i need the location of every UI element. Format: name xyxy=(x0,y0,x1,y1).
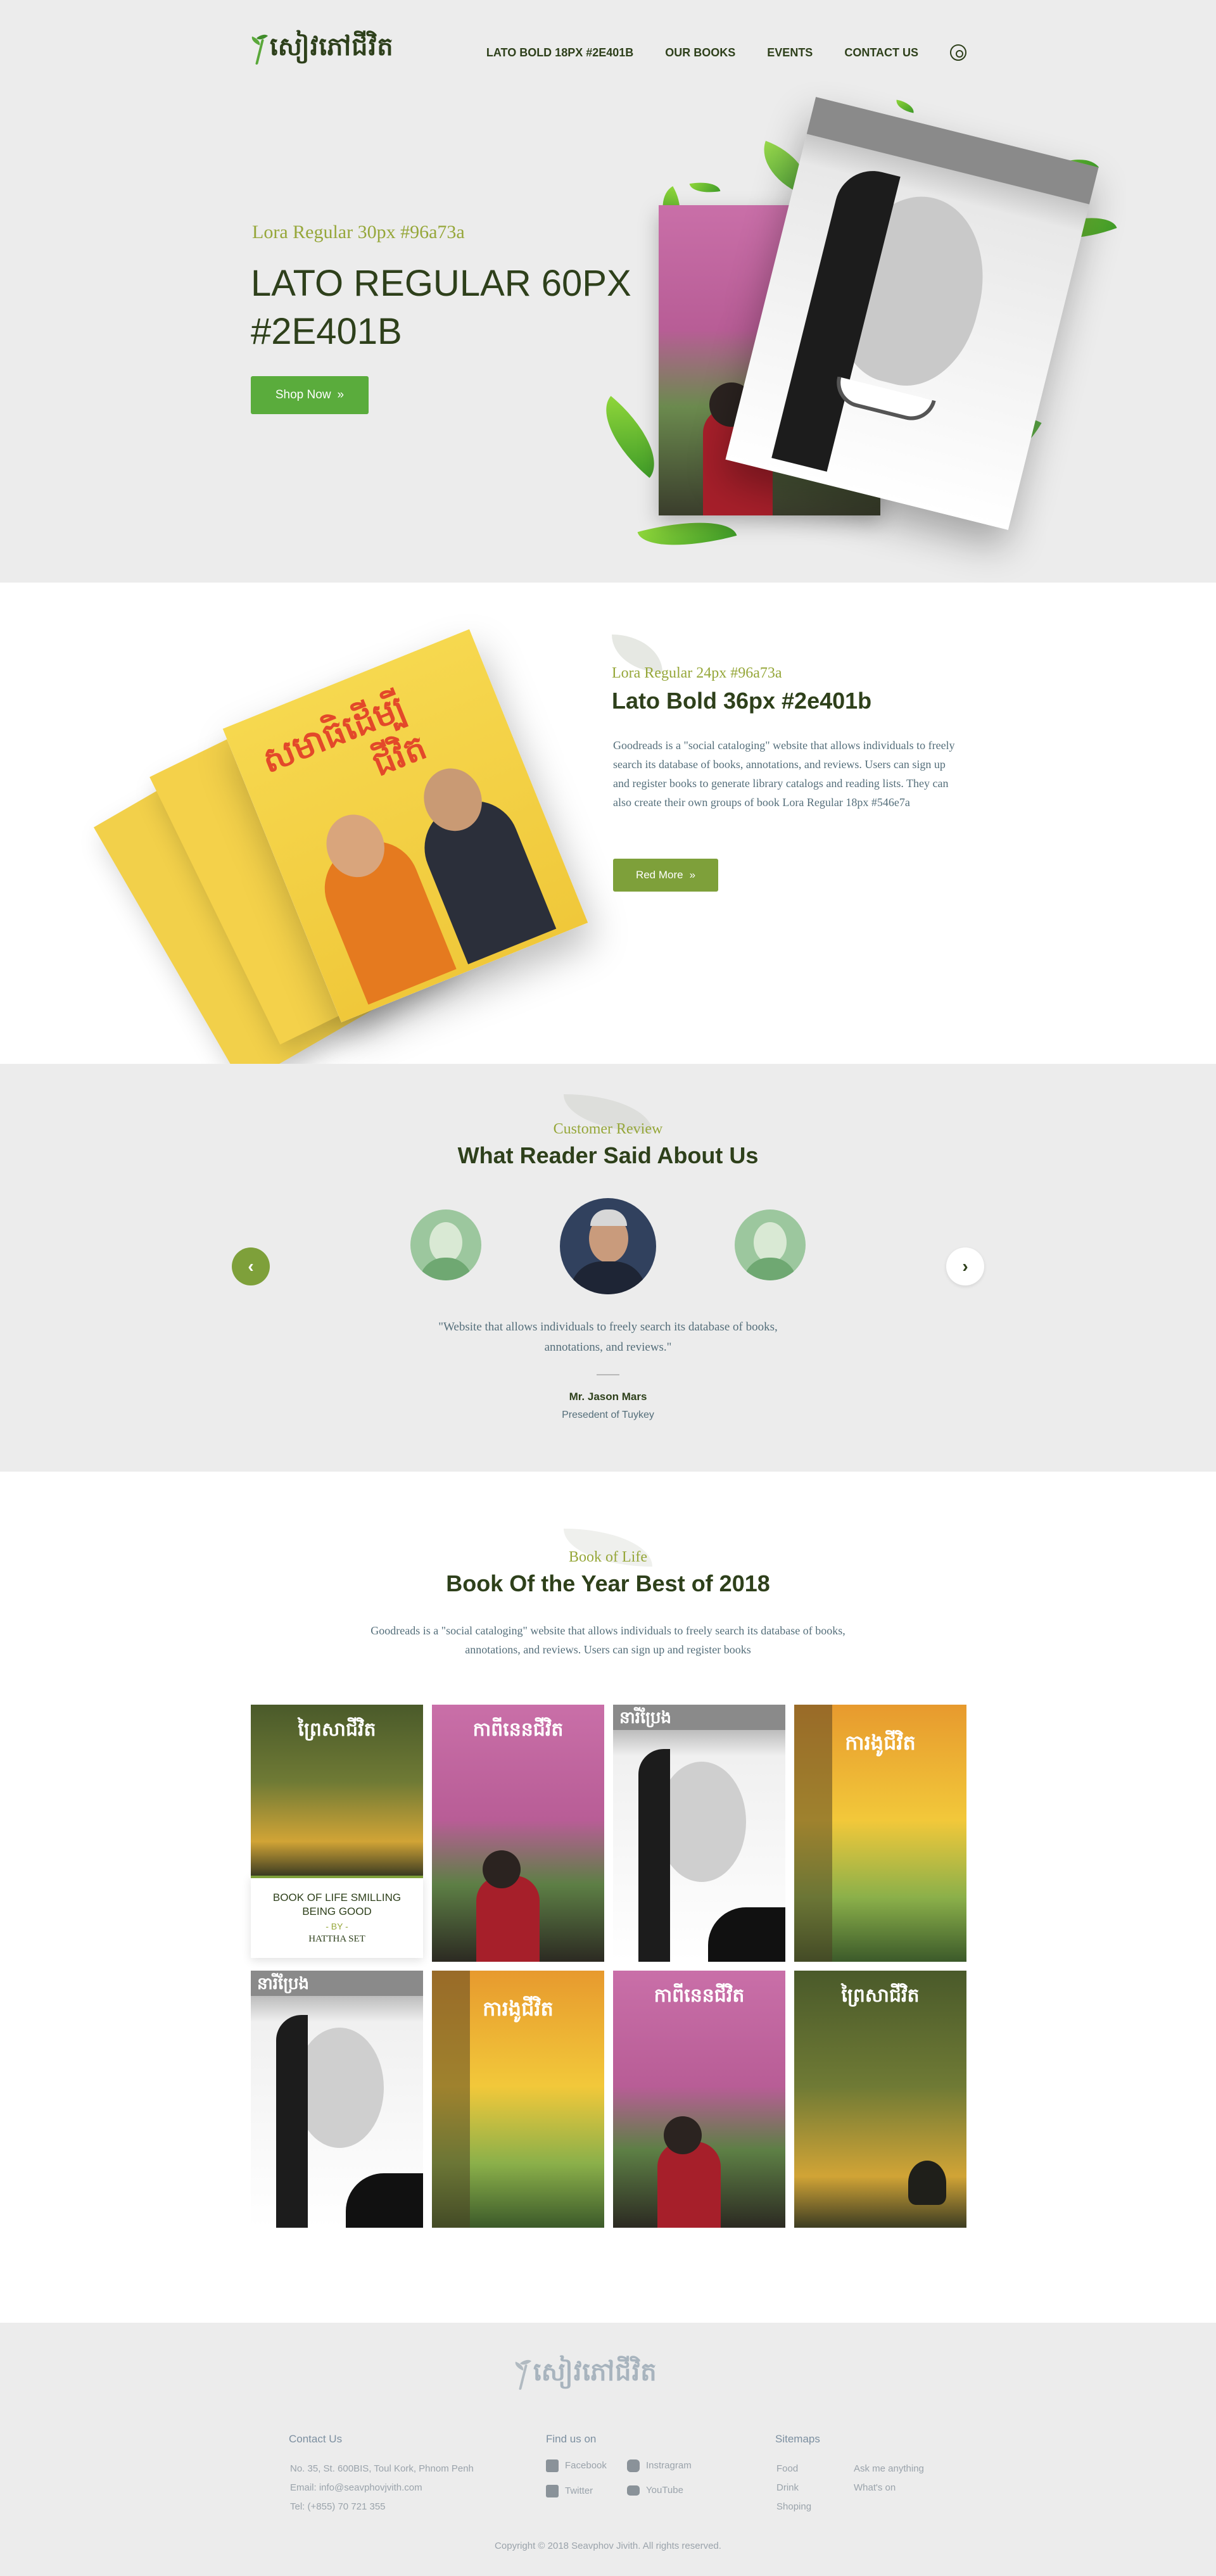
book-cover-title: កាពីនេនជីវិត xyxy=(472,1719,564,1740)
featured-book-caption[interactable]: BOOK OF LIFE SMILLING BEING GOOD - BY - H… xyxy=(251,1876,423,1958)
prev-arrow-button[interactable]: ‹ xyxy=(232,1247,270,1285)
reviewer-name: Mr. Jason Mars xyxy=(569,1391,647,1403)
leaf-decoration xyxy=(689,179,721,196)
footer-twitter-link[interactable]: Twitter xyxy=(546,2485,593,2497)
leaf-logo-icon xyxy=(250,31,269,65)
review-quote: "Website that allows individuals to free… xyxy=(438,1320,778,1354)
book-cover-title: កាពីនេនជីវិត xyxy=(654,1985,745,2006)
read-more-button[interactable]: Red More » xyxy=(613,859,718,892)
book-tile[interactable]: ការងូជីវិត xyxy=(432,1971,604,2228)
youtube-icon xyxy=(627,2485,640,2496)
book-tile[interactable]: ព្រៃសាជីវិត xyxy=(794,1971,966,2228)
reviewer-avatar[interactable] xyxy=(735,1209,806,1280)
book-cover-title: ព្រៃសាជីវិត xyxy=(298,1719,376,1740)
nav-item-contact-us[interactable]: CONTACT US xyxy=(844,46,918,60)
instagram-icon xyxy=(627,2459,640,2472)
facebook-icon xyxy=(546,2459,559,2472)
about-section: សមាធិដើម្បី ជីវិត xyxy=(0,583,1216,1085)
book-tile[interactable]: កាពីនេនជីវិត xyxy=(432,1705,604,1962)
hero-section: សៀវភៅជីវិត LATO BOLD 18PX #2E401B OUR BO… xyxy=(0,0,1216,583)
books-description: Goodreads is a "social cataloging" websi… xyxy=(370,1624,846,1656)
footer-instagram-link[interactable]: Instragram xyxy=(627,2459,692,2472)
book-cover-title: នារីប្រែង xyxy=(619,1708,672,1727)
footer-facebook-link[interactable]: Facebook xyxy=(546,2459,607,2472)
footer-address: No. 35, St. 600BIS, Toul Kork, Phnom Pen… xyxy=(290,2463,474,2474)
footer-logo[interactable]: សៀវភៅជីវិត xyxy=(513,2356,657,2393)
divider xyxy=(597,1374,619,1375)
about-subtitle: Lora Regular 24px #96a73a xyxy=(612,665,782,681)
featured-book-by: - BY - xyxy=(326,1921,348,1931)
reviewer-role: Presedent of Tuykey xyxy=(562,1410,654,1420)
books-subtitle: Book of Life xyxy=(569,1549,647,1565)
footer-contact-heading: Contact Us xyxy=(289,2433,343,2445)
sitemap-link-drink[interactable]: Drink xyxy=(776,2482,799,2493)
reviewer-avatar-active[interactable] xyxy=(560,1198,656,1294)
read-more-label: Red More xyxy=(635,869,683,881)
book-cover-title: នារីប្រែង xyxy=(257,1974,310,1993)
footer-find-heading: Find us on xyxy=(546,2433,597,2445)
book-tile[interactable]: កាពីនេនជីវិត xyxy=(613,1971,785,2228)
double-chevron-right-icon: » xyxy=(337,388,345,401)
footer-email[interactable]: Email: info@seavphovjvith.com xyxy=(290,2482,422,2493)
nav-item-our-books[interactable]: OUR BOOKS xyxy=(665,46,735,60)
site-logo[interactable]: សៀវភៅជីវិត xyxy=(250,30,394,68)
books-section xyxy=(0,1472,1216,2323)
shop-now-label: Shop Now xyxy=(275,388,331,401)
footer-phone[interactable]: Tel: (+855) 70 721 355 xyxy=(290,2501,386,2512)
twitter-icon xyxy=(546,2485,559,2497)
featured-book-author: HATTHA SET xyxy=(308,1934,365,1944)
next-arrow-button[interactable]: › xyxy=(946,1247,984,1285)
reviewer-avatar[interactable] xyxy=(410,1209,481,1280)
about-title: Lato Bold 36px #2e401b xyxy=(612,688,872,714)
about-text: Goodreads is a "social cataloging" websi… xyxy=(613,739,955,809)
sitemap-link-shoping[interactable]: Shoping xyxy=(776,2501,811,2512)
nav-item-events[interactable]: EVENTS xyxy=(767,46,813,60)
footer-logo-text: សៀវភៅជីវិត xyxy=(533,2358,657,2387)
review-subtitle: Customer Review xyxy=(553,1121,663,1137)
double-chevron-right-icon: » xyxy=(689,869,696,881)
sitemap-link-ask[interactable]: Ask me anything xyxy=(854,2463,924,2474)
sitemap-link-whats-on[interactable]: What's on xyxy=(854,2482,896,2493)
logo-text: សៀវភៅជីវិត xyxy=(270,32,394,61)
book-tile[interactable]: ការងូជីវិត xyxy=(794,1705,966,1962)
book-tile[interactable]: នារីប្រែង xyxy=(613,1705,785,1962)
leaf-logo-icon xyxy=(513,2356,532,2390)
review-title: What Reader Said About Us xyxy=(457,1142,759,1168)
book-tile[interactable]: ព្រៃសាជីវិត xyxy=(251,1705,423,1876)
main-nav: LATO BOLD 18PX #2E401B OUR BOOKS EVENTS … xyxy=(486,44,966,61)
footer-sitemap-heading: Sitemaps xyxy=(775,2433,820,2445)
search-icon[interactable] xyxy=(950,44,966,61)
footer-youtube-link[interactable]: YouTube xyxy=(627,2485,683,2496)
chevron-right-icon: › xyxy=(962,1256,968,1276)
book-cover-title: ព្រៃសាជីវិត xyxy=(841,1985,920,2006)
featured-book-title: BOOK OF LIFE SMILLING BEING GOOD xyxy=(272,1891,402,1917)
leaf-decoration xyxy=(894,99,916,113)
books-title: Book Of the Year Best of 2018 xyxy=(446,1570,770,1596)
hero-subtitle: Lora Regular 30px #96a73a xyxy=(252,222,465,243)
sitemap-link-food[interactable]: Food xyxy=(776,2463,798,2474)
nav-item-home[interactable]: LATO BOLD 18PX #2E401B xyxy=(486,46,633,60)
hero-title: LATO REGULAR 60PX #2E401B xyxy=(251,263,631,352)
copyright-text: Copyright © 2018 Seavphov Jivith. All ri… xyxy=(495,2541,721,2551)
book-tile[interactable]: នារីប្រែង xyxy=(251,1971,423,2228)
shop-now-button[interactable]: Shop Now » xyxy=(251,376,369,414)
chevron-left-icon: ‹ xyxy=(248,1256,254,1276)
